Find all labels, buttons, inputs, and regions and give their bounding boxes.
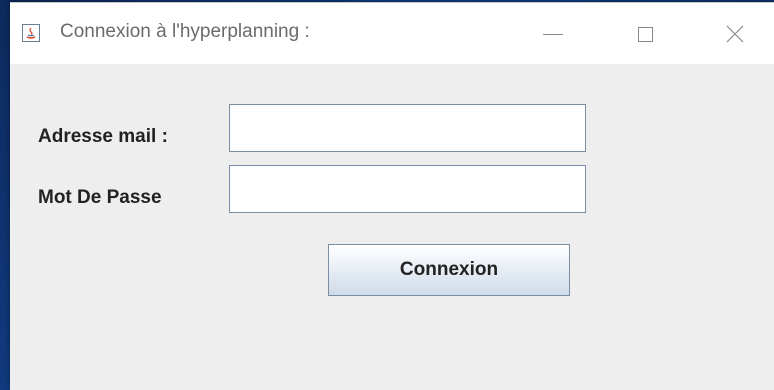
email-field[interactable] [229,104,586,152]
minimize-icon [543,33,563,35]
window-title: Connexion à l'hyperplanning : [60,21,310,42]
maximize-icon [637,26,653,42]
password-field[interactable] [229,165,586,213]
java-app-icon[interactable] [22,24,40,42]
close-icon [726,25,744,43]
connexion-button[interactable]: Connexion [328,244,570,296]
login-window: Connexion à l'hyperplanning : Adresse ma… [10,2,774,390]
title-bar[interactable]: Connexion à l'hyperplanning : [10,2,774,64]
password-label: Mot De Passe [38,187,162,208]
email-label: Adresse mail : [38,126,168,147]
maximize-button[interactable] [620,3,670,65]
minimize-button[interactable] [528,3,578,65]
close-button[interactable] [710,3,760,65]
